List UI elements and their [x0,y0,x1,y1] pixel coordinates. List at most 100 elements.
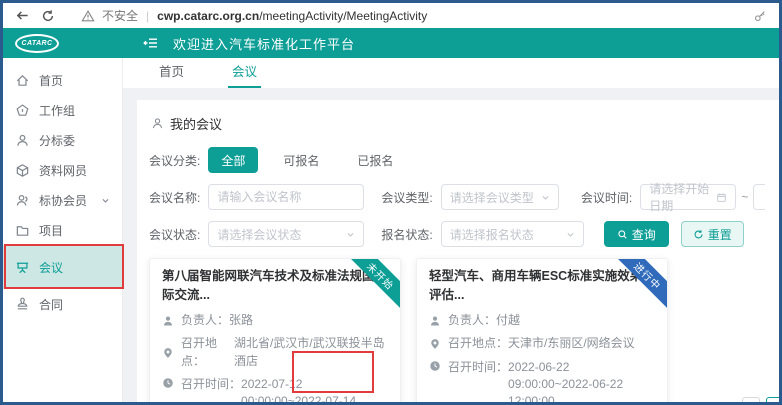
sidebar-item-contract[interactable]: 合同 [3,289,122,319]
meeting-name-input[interactable] [208,184,364,210]
key-icon[interactable] [751,7,769,25]
meeting-status-label: 会议状态: [149,226,200,243]
sidebar-item-project[interactable]: 项目 [3,215,122,245]
sidebar-item-label: 分标委 [39,132,75,149]
reset-button[interactable]: 重置 [681,221,744,247]
sidebar-item-datamember[interactable]: 资料网员 [3,155,122,185]
location-value: 湖北省/武汉市/武汉联投半岛酒店 [234,335,388,370]
start-date-placeholder: 请选择开始日期 [649,180,716,214]
start-date-picker[interactable]: 请选择开始日期 [640,184,736,210]
category-registered-button[interactable]: 已报名 [344,147,406,173]
person-icon [151,117,164,130]
cube-icon [15,163,30,178]
warning-icon[interactable] [79,7,97,25]
sidebar-item-label: 合同 [39,296,63,313]
category-label: 会议分类: [149,152,200,169]
signup-status-select[interactable]: 请选择报名状态 [441,221,584,247]
chevron-down-icon [346,230,355,239]
sidebar-item-workgroup[interactable]: 工作组 [3,95,122,125]
location-icon [429,337,442,350]
meeting-title: 第八届智能网联汽车技术及标准法规国际交流... [162,267,388,306]
main-area: 首页 会议 我的会议 会议分类: 全部 可报名 已报名 会议名称: [123,58,779,402]
meeting-icon [15,260,30,275]
category-all-button[interactable]: 全部 [208,147,258,173]
calendar-icon [716,192,727,203]
reset-icon [693,229,704,240]
tab-bar: 首页 会议 [123,58,779,88]
user-icon [15,133,30,148]
folder-icon [15,223,30,238]
location-label: 召开地点： [448,335,508,352]
meeting-card[interactable]: 未开始 第八届智能网联汽车技术及标准法规国际交流... 负责人：张路 召开地点：… [149,258,401,405]
badge-icon [15,103,30,118]
meeting-title: 轻型汽车、商用车辆ESC标准实施效果评估... [429,267,655,306]
owner-label: 负责人： [181,312,229,329]
sidebar-item-meeting[interactable]: 会议 [3,245,122,289]
security-label: 不安全 [102,7,138,24]
time-label: 召开时间： [448,359,508,376]
pagination-next-button[interactable] [766,397,782,405]
page-title: 欢迎进入汽车标准化工作平台 [173,34,355,53]
search-button-label: 查询 [632,226,656,243]
address-url[interactable]: cwp.catarc.org.cn/meetingActivity/Meetin… [157,9,427,23]
end-date-picker[interactable] [753,184,765,210]
stamp-icon [15,297,30,312]
section-title-text: 我的会议 [170,114,222,133]
app-header: CATARC 欢迎进入汽车标准化工作平台 [3,28,779,58]
sidebar-item-label: 工作组 [39,102,75,119]
person-icon [429,314,442,327]
pagination-prev-button[interactable] [742,397,760,405]
person-icon [162,314,175,327]
back-button[interactable] [13,7,31,25]
time-value: 2022-06-22 09:00:00~2022-06-22 12:00:00 [508,359,655,405]
meeting-type-select[interactable]: 请选择会议类型 [441,184,559,210]
owner-value: 付越 [496,312,520,329]
meeting-time-label: 会议时间: [581,189,632,206]
chevron-down-icon [101,196,110,205]
meeting-list: 未开始 第八届智能网联汽车技术及标准法规国际交流... 负责人：张路 召开地点：… [149,258,765,405]
sidebar: 首页 工作组 分标委 资料网员 标协会员 项目 [3,58,123,402]
logo-text: CATARC [22,40,53,47]
content-card: 我的会议 会议分类: 全部 可报名 已报名 会议名称: 会议类型: 请选择会议类… [137,100,779,405]
member-icon [15,193,30,208]
screenshot-frame: 不安全 | cwp.catarc.org.cn/meetingActivity/… [0,0,782,405]
search-button[interactable]: 查询 [604,221,669,247]
category-open-button[interactable]: 可报名 [270,147,332,173]
chevron-down-icon [541,193,550,202]
filter-row-status: 会议状态: 请选择会议状态 报名状态: 请选择报名状态 查询 [149,221,765,247]
url-path: /meetingActivity/MeetingActivity [259,9,427,23]
browser-toolbar: 不安全 | cwp.catarc.org.cn/meetingActivity/… [3,3,779,28]
sidebar-item-label: 首页 [39,72,63,89]
meeting-type-placeholder: 请选择会议类型 [450,189,541,206]
tab-meeting[interactable]: 会议 [228,55,261,88]
time-row: 召开时间：2022-06-22 09:00:00~2022-06-22 12:0… [429,359,655,405]
sidebar-item-home[interactable]: 首页 [3,65,122,95]
section-title: 我的会议 [151,114,765,133]
meeting-card[interactable]: 进行中 轻型汽车、商用车辆ESC标准实施效果评估... 负责人：付越 召开地点：… [416,258,668,405]
search-icon [617,229,628,240]
owner-value: 张路 [229,312,253,329]
sidebar-item-label: 标协会员 [39,192,87,209]
signup-status-placeholder: 请选择报名状态 [450,226,566,243]
sidebar-item-association[interactable]: 标协会员 [3,185,122,215]
filter-row-main: 会议名称: 会议类型: 请选择会议类型 会议时间: 请选择开始日期 ~ [149,184,765,210]
sidebar-item-subcommittee[interactable]: 分标委 [3,125,122,155]
reset-button-label: 重置 [708,226,732,243]
url-domain: cwp.catarc.org.cn [157,9,259,23]
location-icon [162,346,175,359]
sidebar-collapse-icon[interactable] [143,35,159,51]
sidebar-item-label: 项目 [39,222,63,239]
meeting-type-label: 会议类型: [381,189,432,206]
tab-home[interactable]: 首页 [155,55,188,88]
meeting-status-select[interactable]: 请选择会议状态 [208,221,364,247]
signup-status-label: 报名状态: [381,226,432,243]
time-value: 2022-07-12 00:00:00~2022-07-14 17:00:00 [241,376,388,405]
owner-label: 负责人： [448,312,496,329]
catarc-logo: CATARC [15,34,59,53]
clock-icon [429,359,442,372]
filter-row-category: 会议分类: 全部 可报名 已报名 [149,147,765,173]
refresh-button[interactable] [39,7,57,25]
time-row: 召开时间：2022-07-12 00:00:00~2022-07-14 17:0… [162,376,388,405]
location-row: 召开地点：湖北省/武汉市/武汉联投半岛酒店 [162,335,388,370]
location-label: 召开地点： [181,335,234,370]
